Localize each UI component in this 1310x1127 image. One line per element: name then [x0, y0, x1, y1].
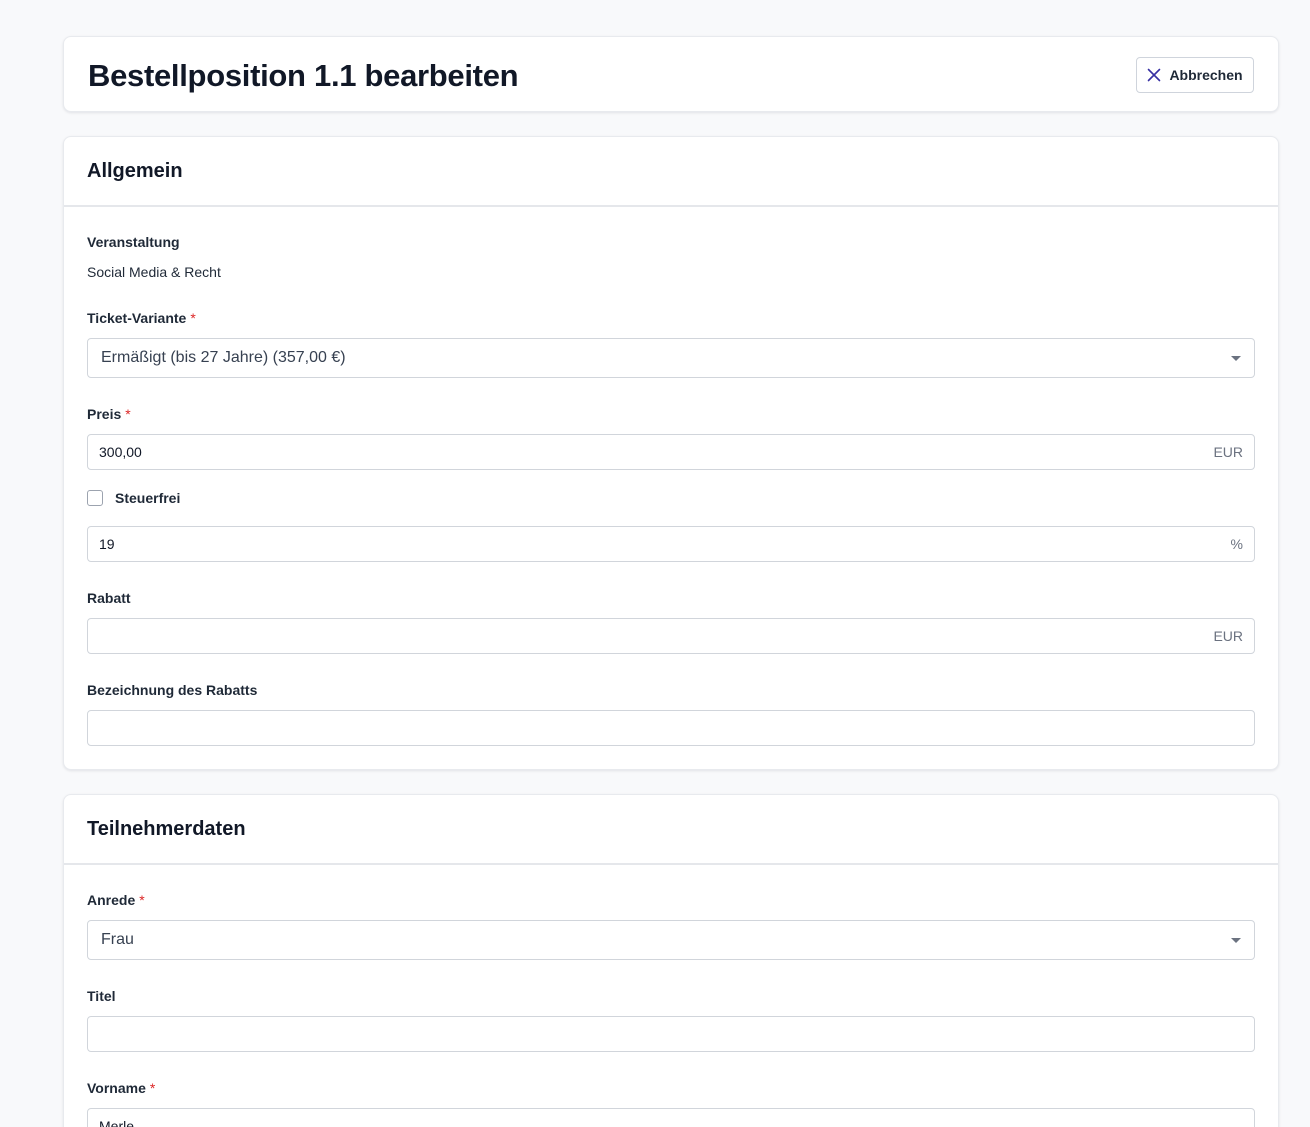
participant-section-header: Teilnehmerdaten: [64, 795, 1278, 865]
discount-name-input[interactable]: [87, 710, 1255, 746]
price-value: 300,00: [99, 444, 142, 460]
price-label: Preis *: [87, 406, 131, 422]
general-section-header: Allgemein: [64, 137, 1278, 207]
tax-free-row: Steuerfrei: [87, 490, 180, 506]
first-name-value: Merle: [99, 1118, 135, 1127]
cancel-button[interactable]: Abbrechen: [1136, 57, 1254, 93]
required-marker: *: [139, 892, 145, 908]
required-marker: *: [149, 1080, 156, 1096]
chevron-down-icon: [1231, 937, 1241, 943]
tax-rate-suffix: %: [1230, 536, 1243, 552]
tax-rate-input[interactable]: 19 %: [87, 526, 1255, 562]
required-marker: *: [125, 406, 131, 422]
title-label: Titel: [87, 988, 116, 1004]
title-input[interactable]: [87, 1016, 1255, 1052]
page: Bestellposition 1.1 bearbeiten Abbrechen…: [0, 0, 1310, 1127]
ticket-variant-value: Ermäßigt (bis 27 Jahre) (357,00 €): [101, 349, 346, 366]
participant-section: Teilnehmerdaten Anrede * Frau Titel Vorna…: [63, 794, 1279, 1127]
tax-rate-value: 19: [99, 536, 115, 552]
first-name-label-text: Vorname: [87, 1080, 146, 1096]
participant-section-title: Teilnehmerdaten: [87, 817, 246, 840]
discount-currency-suffix: EUR: [1213, 628, 1243, 644]
event-value: Social Media & Recht: [87, 264, 221, 280]
discount-label: Rabatt: [87, 590, 131, 606]
discount-input[interactable]: EUR: [87, 618, 1255, 654]
ticket-variant-label-text: Ticket-Variante: [87, 310, 187, 326]
price-input[interactable]: 300,00 EUR: [87, 434, 1255, 470]
salutation-value: Frau: [101, 931, 134, 948]
salutation-label: Anrede *: [87, 892, 145, 908]
general-section: Allgemein Veranstaltung Social Media & R…: [63, 136, 1279, 770]
discount-name-label: Bezeichnung des Rabatts: [87, 682, 258, 698]
tax-free-checkbox[interactable]: [87, 490, 103, 506]
salutation-select[interactable]: Frau: [87, 920, 1255, 960]
price-currency-suffix: EUR: [1213, 444, 1243, 460]
header-card: Bestellposition 1.1 bearbeiten Abbrechen: [63, 36, 1279, 112]
event-label: Veranstaltung: [87, 234, 180, 250]
salutation-label-text: Anrede: [87, 892, 136, 908]
close-icon: [1148, 68, 1161, 82]
first-name-input[interactable]: Merle: [87, 1108, 1255, 1127]
tax-free-label: Steuerfrei: [115, 490, 181, 506]
page-title: Bestellposition 1.1 bearbeiten: [88, 58, 519, 93]
price-label-text: Preis: [87, 406, 122, 422]
chevron-down-icon: [1231, 355, 1241, 361]
cancel-button-label: Abbrechen: [1169, 67, 1243, 83]
ticket-variant-select[interactable]: Ermäßigt (bis 27 Jahre) (357,00 €): [87, 338, 1255, 378]
ticket-variant-label: Ticket-Variante *: [87, 310, 196, 326]
first-name-label: Vorname *: [87, 1080, 155, 1096]
required-marker: *: [190, 310, 196, 326]
general-section-title: Allgemein: [87, 159, 183, 182]
